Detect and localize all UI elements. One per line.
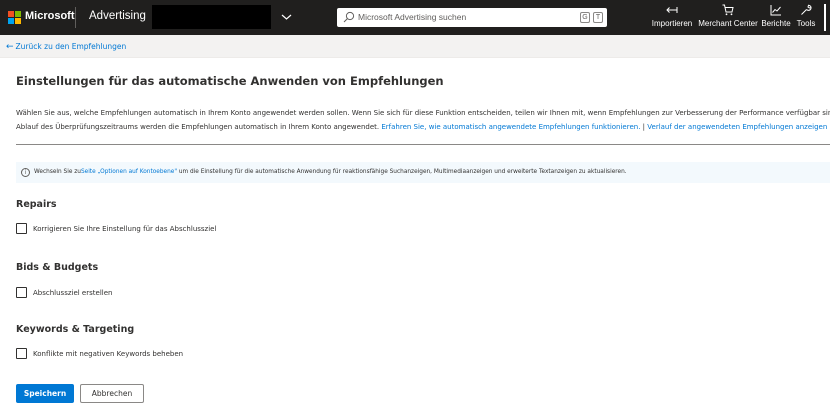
checkbox[interactable] <box>16 223 27 234</box>
checkbox-label[interactable]: Abschlussziel erstellen <box>33 289 112 297</box>
import-label: Importieren <box>651 19 693 28</box>
link-separator: | <box>642 123 646 131</box>
description-line-2: Ablauf des Überprüfungszeitraums werden … <box>16 123 827 131</box>
info-banner: i Wechseln Sie zuSeite „Optionen auf Kon… <box>16 162 830 183</box>
info-icon: i <box>21 168 30 177</box>
checkbox-label[interactable]: Konflikte mit negativen Keywords beheben <box>33 350 183 358</box>
save-button[interactable]: Speichern <box>16 384 74 403</box>
import-button[interactable]: Importieren <box>648 4 696 32</box>
microsoft-logo-icon[interactable] <box>8 11 21 24</box>
tools-button[interactable]: Tools <box>794 4 818 32</box>
brand-name[interactable]: Microsoft <box>25 10 75 22</box>
checkbox[interactable] <box>16 348 27 359</box>
merchant-center-label: Merchant Center <box>698 19 758 28</box>
account-selector[interactable] <box>152 5 271 29</box>
section-title-bids-budgets: Bids & Budgets <box>16 262 99 273</box>
section-title-keywords-targeting: Keywords & Targeting <box>16 324 135 335</box>
reports-label: Berichte <box>761 19 791 28</box>
reports-button[interactable]: Berichte <box>760 4 792 32</box>
checkbox[interactable] <box>16 287 27 298</box>
info-text: Wechseln Sie zuSeite „Optionen auf Konto… <box>34 169 627 175</box>
cart-icon <box>722 4 734 16</box>
divider <box>824 4 826 31</box>
merchant-center-button[interactable]: Merchant Center <box>698 4 758 32</box>
divider <box>75 7 76 28</box>
description-line-1: Wählen Sie aus, welche Empfehlungen auto… <box>16 109 830 117</box>
info-prefix: Wechseln Sie zu <box>34 169 81 175</box>
back-link-label: Zurück zu den Empfehlungen <box>15 42 127 51</box>
chevron-down-icon[interactable] <box>281 13 292 21</box>
checkbox-label[interactable]: Korrigieren Sie Ihre Einstellung für das… <box>33 225 216 233</box>
divider <box>16 144 830 145</box>
learn-more-link[interactable]: Erfahren Sie, wie automatisch angewendet… <box>381 123 640 131</box>
description-text: Ablauf des Überprüfungszeitraums werden … <box>16 123 380 131</box>
arrow-left-icon: ← <box>6 42 14 52</box>
wrench-icon <box>801 4 812 15</box>
account-options-link[interactable]: Seite „Optionen auf Kontoebene" <box>81 169 177 175</box>
breadcrumb: ← Zurück zu den Empfehlungen <box>0 35 830 58</box>
tools-label: Tools <box>796 19 816 28</box>
search-icon <box>343 11 355 23</box>
cancel-button[interactable]: Abbrechen <box>80 384 144 403</box>
chart-icon <box>770 5 781 16</box>
import-icon <box>666 7 678 13</box>
page-title: Einstellungen für das automatische Anwen… <box>16 74 444 88</box>
info-suffix: um die Einstellung für die automatische … <box>178 169 627 175</box>
back-link[interactable]: ← Zurück zu den Empfehlungen <box>6 42 126 52</box>
history-link[interactable]: Verlauf der angewendeten Empfehlungen an… <box>647 123 827 131</box>
section-title-repairs: Repairs <box>16 199 57 210</box>
search-input[interactable]: Microsoft Advertising suchen <box>358 12 466 22</box>
search-box[interactable]: Microsoft Advertising suchen G T <box>337 8 607 27</box>
shortcut-key-g: G <box>580 12 590 23</box>
top-bar: Microsoft Advertising Microsoft Advertis… <box>0 0 830 35</box>
product-name[interactable]: Advertising <box>89 10 146 22</box>
shortcut-key-t: T <box>593 12 603 23</box>
